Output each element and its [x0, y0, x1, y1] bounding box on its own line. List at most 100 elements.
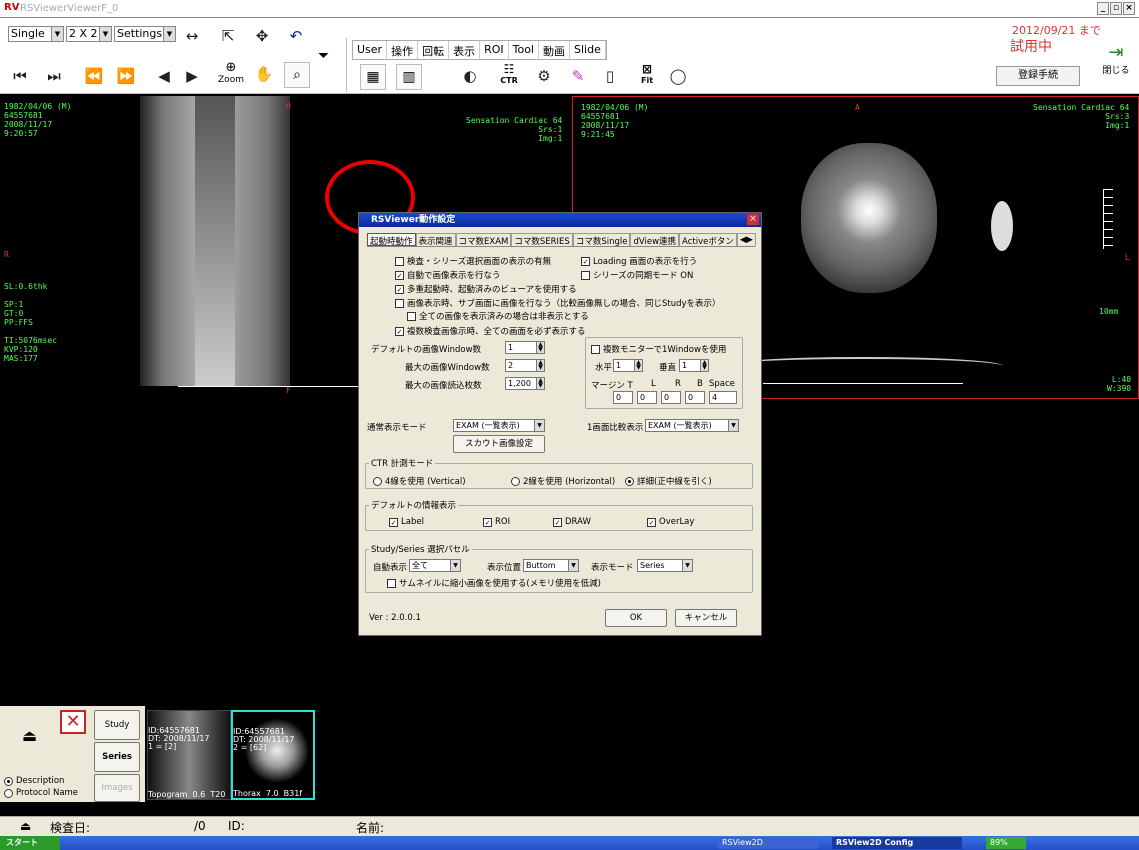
zoom-button[interactable]: ⊕ Zoom — [218, 60, 244, 85]
checkbox-unchecked[interactable] — [581, 270, 590, 280]
tab-operation[interactable]: 操作 — [387, 41, 419, 59]
rotate-icon[interactable]: ↶ — [284, 24, 308, 48]
pan-hand-icon[interactable]: ✥ — [250, 24, 274, 48]
ctr-button[interactable]: ☷ CTR — [496, 62, 522, 85]
window-level-icon[interactable]: ◐ — [458, 64, 482, 88]
opt-multi-launch[interactable]: ✓ 多重起動時、起動済みのビューアを使用する — [395, 283, 577, 295]
tab-user[interactable]: User — [353, 41, 388, 59]
ctr-option-horizontal[interactable]: 2線を使用 (Horizontal) — [511, 475, 615, 487]
delete-icon[interactable]: ✕ — [60, 710, 86, 734]
opt-auto-display[interactable]: ✓ 自動で画像表示を行なう — [395, 269, 501, 281]
ok-button[interactable]: OK — [605, 609, 667, 627]
pencil-icon[interactable]: ✎ — [566, 64, 590, 88]
last-frame-icon[interactable]: ⏭ — [42, 64, 66, 88]
eject-icon[interactable]: ⏏ — [20, 819, 31, 833]
minimize-button[interactable]: _ — [1097, 2, 1109, 15]
ellipse-icon[interactable]: ◯ — [666, 64, 690, 88]
mode-select[interactable]: Series ▼ — [637, 559, 693, 572]
margin-b-field[interactable]: 0 — [685, 391, 705, 404]
radio-on[interactable] — [625, 476, 634, 486]
taskbar-app-config[interactable]: RSView2D Config — [832, 837, 962, 849]
opt-hide-all[interactable]: 全ての画像を表示済みの場合は非表示とする — [407, 310, 589, 322]
checkbox-checked[interactable]: ✓ — [395, 270, 404, 280]
checkbox-unchecked[interactable] — [591, 344, 600, 354]
info-overlay-option[interactable]: ✓ OverLay — [647, 517, 694, 527]
spinner-arrows-icon[interactable]: ▲ ▼ — [536, 360, 544, 371]
grid-select[interactable]: 2 X 2 ▼ — [66, 26, 112, 42]
settings-select[interactable]: Settings ▼ — [114, 26, 176, 42]
info-roi-option[interactable]: ✓ ROI — [483, 517, 510, 527]
radio-off[interactable] — [4, 788, 13, 798]
ctr-option-detail[interactable]: 詳細(正中線を引く) — [625, 475, 712, 487]
info-label-option[interactable]: ✓ Label — [389, 517, 424, 527]
dropdown-arrow-icon[interactable]: ⏷ — [318, 48, 329, 64]
spinner-arrows-icon[interactable]: ▲ ▼ — [536, 378, 544, 389]
taskbar-app-rsview2d[interactable]: RSView2D — [718, 837, 818, 849]
pointer-icon[interactable]: ⇱ — [216, 24, 240, 48]
checkbox-checked[interactable]: ✓ — [389, 517, 398, 527]
margin-space-field[interactable]: 4 — [709, 391, 737, 404]
tab-movie[interactable]: 動画 — [539, 41, 570, 59]
radio-on[interactable] — [4, 776, 13, 786]
checkbox-checked[interactable]: ✓ — [395, 326, 404, 336]
thumb-option[interactable]: サムネイルに縮小画像を使用する(メモリ使用を低減) — [387, 577, 601, 589]
tab-frames-single[interactable]: コマ数Single — [572, 233, 631, 247]
series-button[interactable]: Series — [94, 742, 140, 772]
opt-series-sync[interactable]: シリーズの同期モード ON — [581, 269, 693, 281]
previous-icon[interactable]: ◀ — [152, 64, 176, 88]
layout-select[interactable]: Single ▼ — [8, 26, 64, 42]
scout-button[interactable]: スカウト画像設定 — [453, 435, 545, 453]
study-button[interactable]: Study — [94, 710, 140, 740]
radio-description[interactable]: Description — [4, 776, 64, 786]
radio-off[interactable] — [373, 476, 382, 486]
radio-protocol[interactable]: Protocol Name — [4, 788, 78, 798]
ruler-icon[interactable]: ▯ — [598, 64, 622, 88]
fast-forward-icon[interactable]: ⏩ — [114, 64, 138, 88]
max-window-spinner[interactable]: 2 ▲ ▼ — [505, 359, 545, 372]
restore-button[interactable]: ▫ — [1110, 2, 1122, 15]
compare-select[interactable]: EXAM (一覧表示) ▼ — [645, 419, 739, 432]
spinner-arrows-icon[interactable]: ▲ ▼ — [700, 360, 708, 371]
tab-active-button[interactable]: Activeボタン — [679, 233, 737, 247]
margin-l-field[interactable]: 0 — [637, 391, 657, 404]
tab-rotate[interactable]: 回転 — [418, 41, 450, 59]
register-button[interactable]: 登録手続 — [996, 66, 1080, 86]
checkbox-checked[interactable]: ✓ — [581, 256, 590, 266]
normal-mode-select[interactable]: EXAM (一覧表示) ▼ — [453, 419, 545, 432]
spinner-arrows-icon[interactable]: ▲ ▼ — [536, 342, 544, 353]
opt-multi-monitor[interactable]: 複数モニターで1Windowを使用 — [591, 343, 726, 355]
info-draw-option[interactable]: ✓ DRAW — [553, 517, 591, 527]
images-button[interactable]: Images — [94, 774, 140, 802]
tab-frames-exam[interactable]: コマ数EXAM — [455, 233, 512, 247]
max-read-spinner[interactable]: 1,200 ▲ ▼ — [505, 377, 545, 390]
series-thumbnail-1[interactable]: ID:64557681 DT: 2008/11/17 1 = [2] Topog… — [147, 710, 231, 800]
default-window-spinner[interactable]: 1 ▲ ▼ — [505, 341, 545, 354]
exit-button[interactable]: ⇥ 閉じる — [1096, 42, 1136, 76]
opt-loading[interactable]: ✓ Loading 画面の表示を行う — [581, 255, 697, 267]
pos-select[interactable]: Buttom ▼ — [523, 559, 579, 572]
start-button[interactable]: スタート — [0, 836, 60, 850]
measure-icon[interactable]: ⚙ — [532, 64, 556, 88]
checkbox-unchecked[interactable] — [395, 298, 404, 308]
first-frame-icon[interactable]: ⏮ — [8, 64, 32, 88]
split-layout-icon[interactable]: ▥ — [396, 64, 422, 90]
fit-button[interactable]: ⊠ Fit — [634, 62, 660, 85]
swap-arrows-icon[interactable]: ↔ — [180, 24, 204, 48]
tab-display[interactable]: 表示 — [449, 41, 481, 59]
tab-display-related[interactable]: 表示関連 — [415, 233, 456, 247]
cancel-button[interactable]: キャンセル — [675, 609, 737, 627]
magnify-icon[interactable]: ⌕ — [284, 62, 310, 88]
checkbox-checked[interactable]: ✓ — [483, 517, 492, 527]
grab-hand-icon[interactable]: ✋ — [252, 62, 276, 86]
close-button[interactable]: × — [1123, 2, 1135, 15]
checkbox-checked[interactable]: ✓ — [395, 284, 404, 294]
checkbox-unchecked[interactable] — [407, 311, 416, 321]
checkbox-checked[interactable]: ✓ — [553, 517, 562, 527]
auto-select[interactable]: 全て ▼ — [409, 559, 461, 572]
vert-spinner[interactable]: 1 ▲ ▼ — [679, 359, 709, 372]
opt-exam-select[interactable]: 検査・シリーズ選択画面の表示の有無 — [395, 255, 551, 267]
margin-t-field[interactable]: 0 — [613, 391, 633, 404]
horiz-spinner[interactable]: 1 ▲ ▼ — [613, 359, 643, 372]
next-icon[interactable]: ▶ — [180, 64, 204, 88]
grid-layout-icon[interactable]: ▦ — [360, 64, 386, 90]
